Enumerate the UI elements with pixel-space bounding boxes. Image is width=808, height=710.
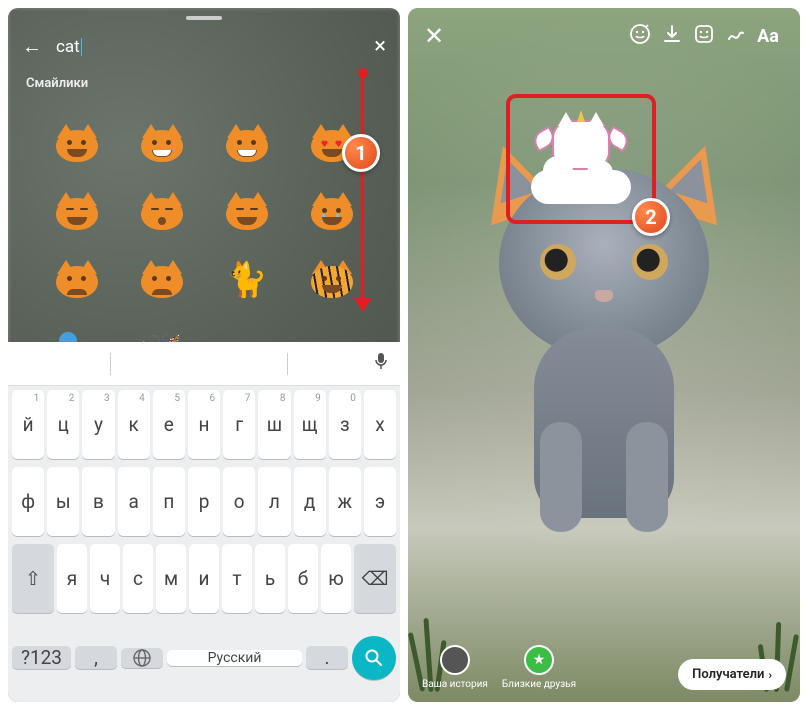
annotation-badge-2: 2 (632, 198, 670, 236)
star-icon: ★ (524, 645, 554, 675)
close-friends-label: Близкие друзья (502, 679, 576, 690)
key-letter[interactable]: н6 (188, 390, 220, 459)
emoji-cat-sad[interactable] (54, 257, 100, 303)
keyboard-row-1: й1ц2у3к4е5н6г7ш8щ9з0х (8, 386, 400, 463)
key-letter[interactable]: о (223, 467, 255, 536)
key-letter[interactable]: г7 (223, 390, 255, 459)
recipients-label: Получатели (692, 667, 764, 682)
key-backspace[interactable]: ⌫ (354, 544, 396, 613)
story-toolbar: ✕ Aa (408, 22, 800, 50)
text-cursor (81, 38, 83, 56)
story-bottom-bar: Ваша история ★ Близкие друзья Получатели… (408, 645, 800, 690)
key-letter[interactable]: э (364, 467, 396, 536)
keyboard: й1ц2у3к4е5н6г7ш8щ9з0х фывапролджэ ⇧ячсми… (8, 342, 400, 702)
key-letter[interactable]: а (118, 467, 150, 536)
key-letter[interactable]: с (123, 544, 153, 613)
recipients-button[interactable]: Получатели › (678, 659, 786, 690)
key-letter[interactable]: щ9 (294, 390, 326, 459)
key-letter[interactable]: ы (47, 467, 79, 536)
chevron-right-icon: › (768, 668, 772, 682)
emoji-tiger[interactable] (309, 257, 355, 303)
key-letter[interactable]: ш8 (258, 390, 290, 459)
your-story-label: Ваша история (422, 679, 488, 690)
unicorn-cat-sticker[interactable] (531, 114, 631, 204)
section-label: Смайлики (26, 76, 88, 91)
sticker-search-screen: ← cat × Смайлики 🐈 🦋 1 (8, 8, 400, 702)
download-icon[interactable] (656, 23, 688, 50)
emoji-cat-laugh[interactable] (224, 121, 270, 167)
key-letter[interactable]: ч (90, 544, 120, 613)
emoji-cat-tired[interactable] (224, 189, 270, 235)
back-icon[interactable]: ← (22, 34, 46, 59)
key-letter[interactable]: б (288, 544, 318, 613)
key-letter[interactable]: п (153, 467, 185, 536)
emoji-cat-smirk[interactable] (54, 189, 100, 235)
key-letter[interactable]: ю (321, 544, 351, 613)
keyboard-row-2: фывапролджэ (8, 463, 400, 540)
key-letter[interactable]: к4 (118, 390, 150, 459)
avatar-icon (440, 645, 470, 675)
key-letter[interactable]: д (294, 467, 326, 536)
key-letter[interactable]: л (258, 467, 290, 536)
key-shift[interactable]: ⇧ (12, 544, 54, 613)
key-globe-icon[interactable] (121, 648, 163, 668)
emoji-cat-angry[interactable] (139, 257, 185, 303)
emoji-cat-grin[interactable] (139, 121, 185, 167)
suggestion-slot[interactable] (197, 354, 201, 373)
key-letter[interactable]: й1 (12, 390, 44, 459)
emoji-cat-open[interactable] (54, 121, 100, 167)
key-symbols[interactable]: ?123 (12, 646, 71, 669)
search-input[interactable]: cat (46, 37, 362, 57)
key-search-icon[interactable] (352, 636, 396, 680)
placed-sticker-highlight (506, 94, 656, 224)
key-letter[interactable]: т (222, 544, 252, 613)
key-letter[interactable]: ь (255, 544, 285, 613)
suggestion-separator (287, 353, 288, 375)
key-space[interactable]: Русский (167, 650, 302, 666)
close-icon[interactable]: ✕ (424, 22, 624, 50)
key-letter[interactable]: у3 (82, 390, 114, 459)
mic-icon[interactable] (374, 352, 388, 375)
your-story-button[interactable]: Ваша история (422, 645, 488, 690)
key-letter[interactable]: я (57, 544, 87, 613)
emoji-cat-cry[interactable] (309, 189, 355, 235)
suggestion-slot[interactable] (20, 354, 24, 373)
key-period[interactable]: . (306, 646, 348, 669)
face-filter-icon[interactable] (624, 23, 656, 50)
keyboard-row-3: ⇧ячсмитьбю⌫ (8, 540, 400, 617)
sheet-handle[interactable] (186, 16, 222, 20)
key-letter[interactable]: з0 (329, 390, 361, 459)
emoji-cat-kiss[interactable] (139, 189, 185, 235)
key-letter[interactable]: м (156, 544, 186, 613)
key-letter[interactable]: в (82, 467, 114, 536)
emoji-grid: 🐈 🦋 (8, 104, 400, 342)
emoji-kitten[interactable]: 🐈 (224, 257, 270, 303)
key-letter[interactable]: ц2 (47, 390, 79, 459)
keyboard-row-bottom: ?123 , Русский . (8, 617, 400, 702)
key-letter[interactable]: ф (12, 467, 44, 536)
annotation-arrow (361, 72, 364, 302)
suggestion-separator (110, 353, 111, 375)
text-tool-icon[interactable]: Aa (752, 26, 784, 47)
draw-icon[interactable] (720, 23, 752, 50)
search-query-text: cat (56, 37, 80, 57)
annotation-badge-1: 1 (342, 134, 380, 172)
search-row: ← cat × (8, 28, 400, 65)
key-letter[interactable]: е5 (153, 390, 185, 459)
key-letter[interactable]: х (364, 390, 396, 459)
key-comma[interactable]: , (75, 646, 117, 669)
key-letter[interactable]: ж (329, 467, 361, 536)
clear-icon[interactable]: × (362, 34, 386, 59)
story-editor-screen: ✕ Aa 2 Ваша история ★ Близкие друз (408, 8, 800, 702)
key-letter[interactable]: р (188, 467, 220, 536)
sticker-icon[interactable] (688, 23, 720, 50)
suggestion-bar (8, 342, 400, 386)
close-friends-button[interactable]: ★ Близкие друзья (502, 645, 576, 690)
key-letter[interactable]: и (189, 544, 219, 613)
